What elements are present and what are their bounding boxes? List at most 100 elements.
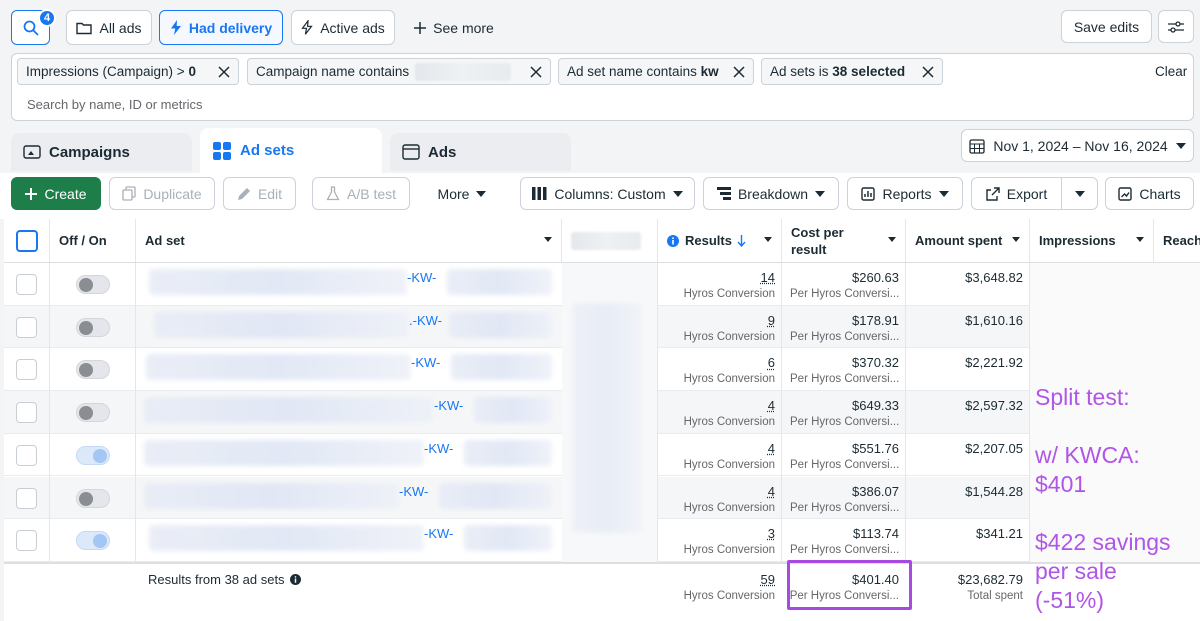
toggle-knob (93, 534, 107, 549)
row-checkbox[interactable] (16, 444, 37, 466)
ab-test-button[interactable]: A/B test (312, 177, 410, 210)
date-range-picker[interactable]: Nov 1, 2024 – Nov 16, 2024 (961, 129, 1194, 162)
tab-adsets[interactable]: Ad sets (200, 128, 382, 173)
delivery-toggle[interactable] (76, 488, 110, 508)
filter-text: Impressions (Campaign) > (26, 64, 189, 79)
columns-dropdown[interactable]: Columns: Custom (520, 177, 695, 210)
row-checkbox[interactable] (16, 530, 37, 552)
campaign-icon (23, 144, 41, 160)
tab-campaigns-label: Campaigns (49, 143, 130, 161)
adset-name-link[interactable]: -KW- (434, 398, 463, 413)
tab-adsets-label: Ad sets (240, 142, 295, 159)
filter-chip-adset-name[interactable]: Ad set name contains kw (558, 58, 754, 85)
header-offon: Off / On (50, 219, 136, 263)
column-menu-caret-icon (764, 237, 772, 242)
toggle-knob (79, 363, 93, 378)
adset-name-link[interactable]: -KW- (399, 484, 428, 499)
header-cost-per-result[interactable]: Cost per result (782, 219, 906, 263)
filter-text: Ad sets is (770, 64, 833, 79)
adset-name-link[interactable]: -KW- (407, 270, 436, 285)
filter-value: 0 (188, 64, 196, 79)
see-more-button[interactable]: See more (404, 10, 504, 45)
amount-spent-value: $2,207.05 (965, 440, 1023, 456)
select-all-checkbox[interactable] (15, 229, 38, 252)
header-select-all[interactable] (4, 219, 50, 263)
close-icon[interactable] (218, 65, 230, 78)
close-icon[interactable] (733, 65, 745, 78)
header-impressions[interactable]: Impressions (1030, 219, 1154, 263)
reports-icon (861, 186, 876, 201)
header-amount-spent[interactable]: Amount spent (906, 219, 1030, 263)
redacted-adset-name (144, 439, 424, 466)
active-ads-chip[interactable]: Active ads (291, 10, 395, 45)
summary-results-sub: Hyros Conversion (683, 590, 775, 602)
row-checkbox[interactable] (16, 316, 37, 338)
results-value[interactable]: 14 (658, 270, 775, 285)
summary-spent: $23,682.79 (957, 572, 1023, 587)
close-icon[interactable] (530, 65, 542, 78)
edit-button[interactable]: Edit (223, 177, 296, 210)
delivery-toggle[interactable] (76, 531, 110, 551)
row-checkbox[interactable] (16, 487, 37, 509)
row-checkbox[interactable] (16, 402, 37, 424)
delivery-toggle[interactable] (76, 275, 110, 294)
reports-label: Reports (882, 185, 932, 202)
clear-filters-link[interactable]: Clear (1155, 64, 1187, 79)
adset-name-link[interactable]: -KW- (411, 355, 440, 370)
redacted-adset-name (149, 525, 424, 552)
delivery-toggle[interactable] (76, 360, 110, 380)
adset-name-link[interactable]: -KW- (424, 441, 453, 456)
create-button[interactable]: Create (11, 177, 101, 210)
results-value[interactable]: 4 (658, 441, 775, 456)
charts-button[interactable]: Charts (1105, 177, 1194, 210)
export-button[interactable]: Export (971, 177, 1062, 210)
header-adset[interactable]: Ad set (136, 219, 562, 263)
results-value[interactable]: 9 (658, 313, 775, 328)
delivery-toggle[interactable] (76, 445, 110, 465)
results-value[interactable]: 6 (658, 355, 775, 370)
toggle-knob (79, 491, 93, 506)
row-checkbox[interactable] (16, 274, 37, 295)
header-results[interactable]: Results (658, 219, 782, 263)
results-value[interactable]: 4 (658, 484, 775, 499)
chevron-down-icon (938, 190, 949, 197)
annotation-line: $401 (1035, 471, 1087, 497)
adset-name-link[interactable]: -KW- (424, 526, 453, 541)
search-icon (23, 20, 39, 36)
filter-count-badge: 4 (38, 9, 56, 27)
export-dropdown[interactable] (1061, 177, 1098, 210)
row-checkbox[interactable] (16, 359, 37, 381)
amount-spent-value: $1,610.16 (965, 312, 1023, 328)
reports-dropdown[interactable]: Reports (847, 177, 963, 210)
adset-name-link[interactable]: .-KW- (409, 313, 442, 328)
folder-icon (76, 21, 93, 35)
results-value[interactable]: 4 (658, 398, 775, 413)
filter-chip-impressions[interactable]: Impressions (Campaign) > 0 (17, 58, 239, 85)
filter-chip-adsets-selected[interactable]: Ad sets is 38 selected (761, 58, 943, 85)
more-dropdown[interactable]: More (422, 177, 502, 210)
divider (49, 263, 50, 563)
summary-results[interactable]: 59 (658, 572, 775, 587)
summary-cpr-sub: Per Hyros Conversi... (789, 590, 899, 602)
delivery-toggle[interactable] (76, 403, 110, 423)
all-ads-chip[interactable]: All ads (66, 10, 152, 45)
breakdown-dropdown[interactable]: Breakdown (703, 177, 839, 210)
chart-icon (1118, 186, 1133, 201)
redacted-adset-name (447, 269, 552, 295)
results-value[interactable]: 3 (658, 526, 775, 541)
toolbar: Create Duplicate Edit A/B test More Colu… (0, 173, 1200, 219)
header-cpr-line2: result (791, 241, 827, 257)
toggle-knob (79, 320, 93, 335)
header-reach[interactable]: Reach (1154, 219, 1200, 263)
ads-manager: 4 All ads Had delivery Active ads See mo… (0, 0, 1200, 621)
delivery-toggle[interactable] (76, 317, 110, 337)
tab-ads[interactable]: Ads (390, 133, 571, 171)
had-delivery-chip[interactable]: Had delivery (159, 10, 283, 45)
duplicate-button[interactable]: Duplicate (109, 177, 215, 210)
filter-chip-campaign-name[interactable]: Campaign name contains (247, 58, 551, 85)
save-edits-button[interactable]: Save edits (1061, 10, 1152, 43)
search-input[interactable]: Search by name, ID or metrics (27, 97, 203, 112)
close-icon[interactable] (922, 65, 934, 78)
settings-button[interactable] (1158, 10, 1194, 43)
tab-campaigns[interactable]: Campaigns (11, 133, 192, 171)
